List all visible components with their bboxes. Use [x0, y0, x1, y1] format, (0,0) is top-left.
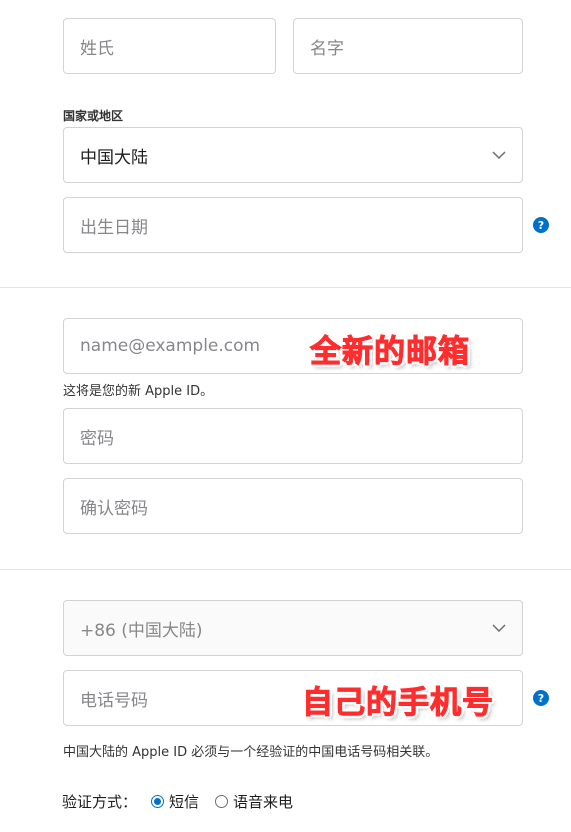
chevron-down-icon — [492, 624, 506, 632]
confirm-password-placeholder: 确认密码 — [80, 498, 148, 519]
password-placeholder: 密码 — [80, 428, 114, 449]
voice-label: 语音来电 — [233, 792, 294, 811]
phone-country-code: +86 (中国大陆) — [80, 620, 203, 641]
phone-number-placeholder: 电话号码 — [80, 690, 148, 711]
birthday-help-icon[interactable]: ? — [533, 217, 549, 233]
section-divider — [0, 569, 571, 570]
verify-method-row: 验证方式： 短信 语音来电 — [62, 788, 309, 814]
birthday-placeholder: 出生日期 — [80, 217, 148, 238]
country-select[interactable]: 中国大陆 — [63, 127, 523, 183]
country-selected-value: 中国大陆 — [80, 147, 148, 168]
last-name-input[interactable]: 姓氏 — [63, 18, 276, 74]
email-placeholder: name@example.com — [80, 336, 261, 356]
phone-annotation: 自己的手机号 — [302, 685, 494, 722]
email-hint: 这将是您的新 Apple ID。 — [63, 384, 214, 399]
confirm-password-input[interactable]: 确认密码 — [63, 478, 523, 534]
phone-country-select[interactable]: +86 (中国大陆) — [63, 600, 523, 656]
sms-radio[interactable] — [151, 794, 165, 808]
chevron-down-icon — [492, 151, 506, 159]
phone-hint: 中国大陆的 Apple ID 必须与一个经验证的中国电话号码相关联。 — [63, 745, 439, 760]
verify-method-label: 验证方式： — [62, 792, 138, 811]
verify-voice-option[interactable]: 语音来电 — [215, 791, 293, 812]
last-name-placeholder: 姓氏 — [80, 38, 114, 59]
section-divider — [0, 287, 571, 288]
verify-sms-option[interactable]: 短信 — [151, 791, 199, 812]
birthday-input[interactable]: 出生日期 — [63, 197, 523, 253]
first-name-placeholder: 名字 — [310, 38, 344, 59]
sms-label: 短信 — [169, 792, 200, 811]
country-label: 国家或地区 — [63, 109, 124, 123]
phone-help-icon[interactable]: ? — [533, 690, 549, 706]
voice-radio[interactable] — [215, 794, 229, 808]
password-input[interactable]: 密码 — [63, 408, 523, 464]
first-name-input[interactable]: 名字 — [293, 18, 523, 74]
email-annotation: 全新的邮箱 — [310, 334, 470, 371]
